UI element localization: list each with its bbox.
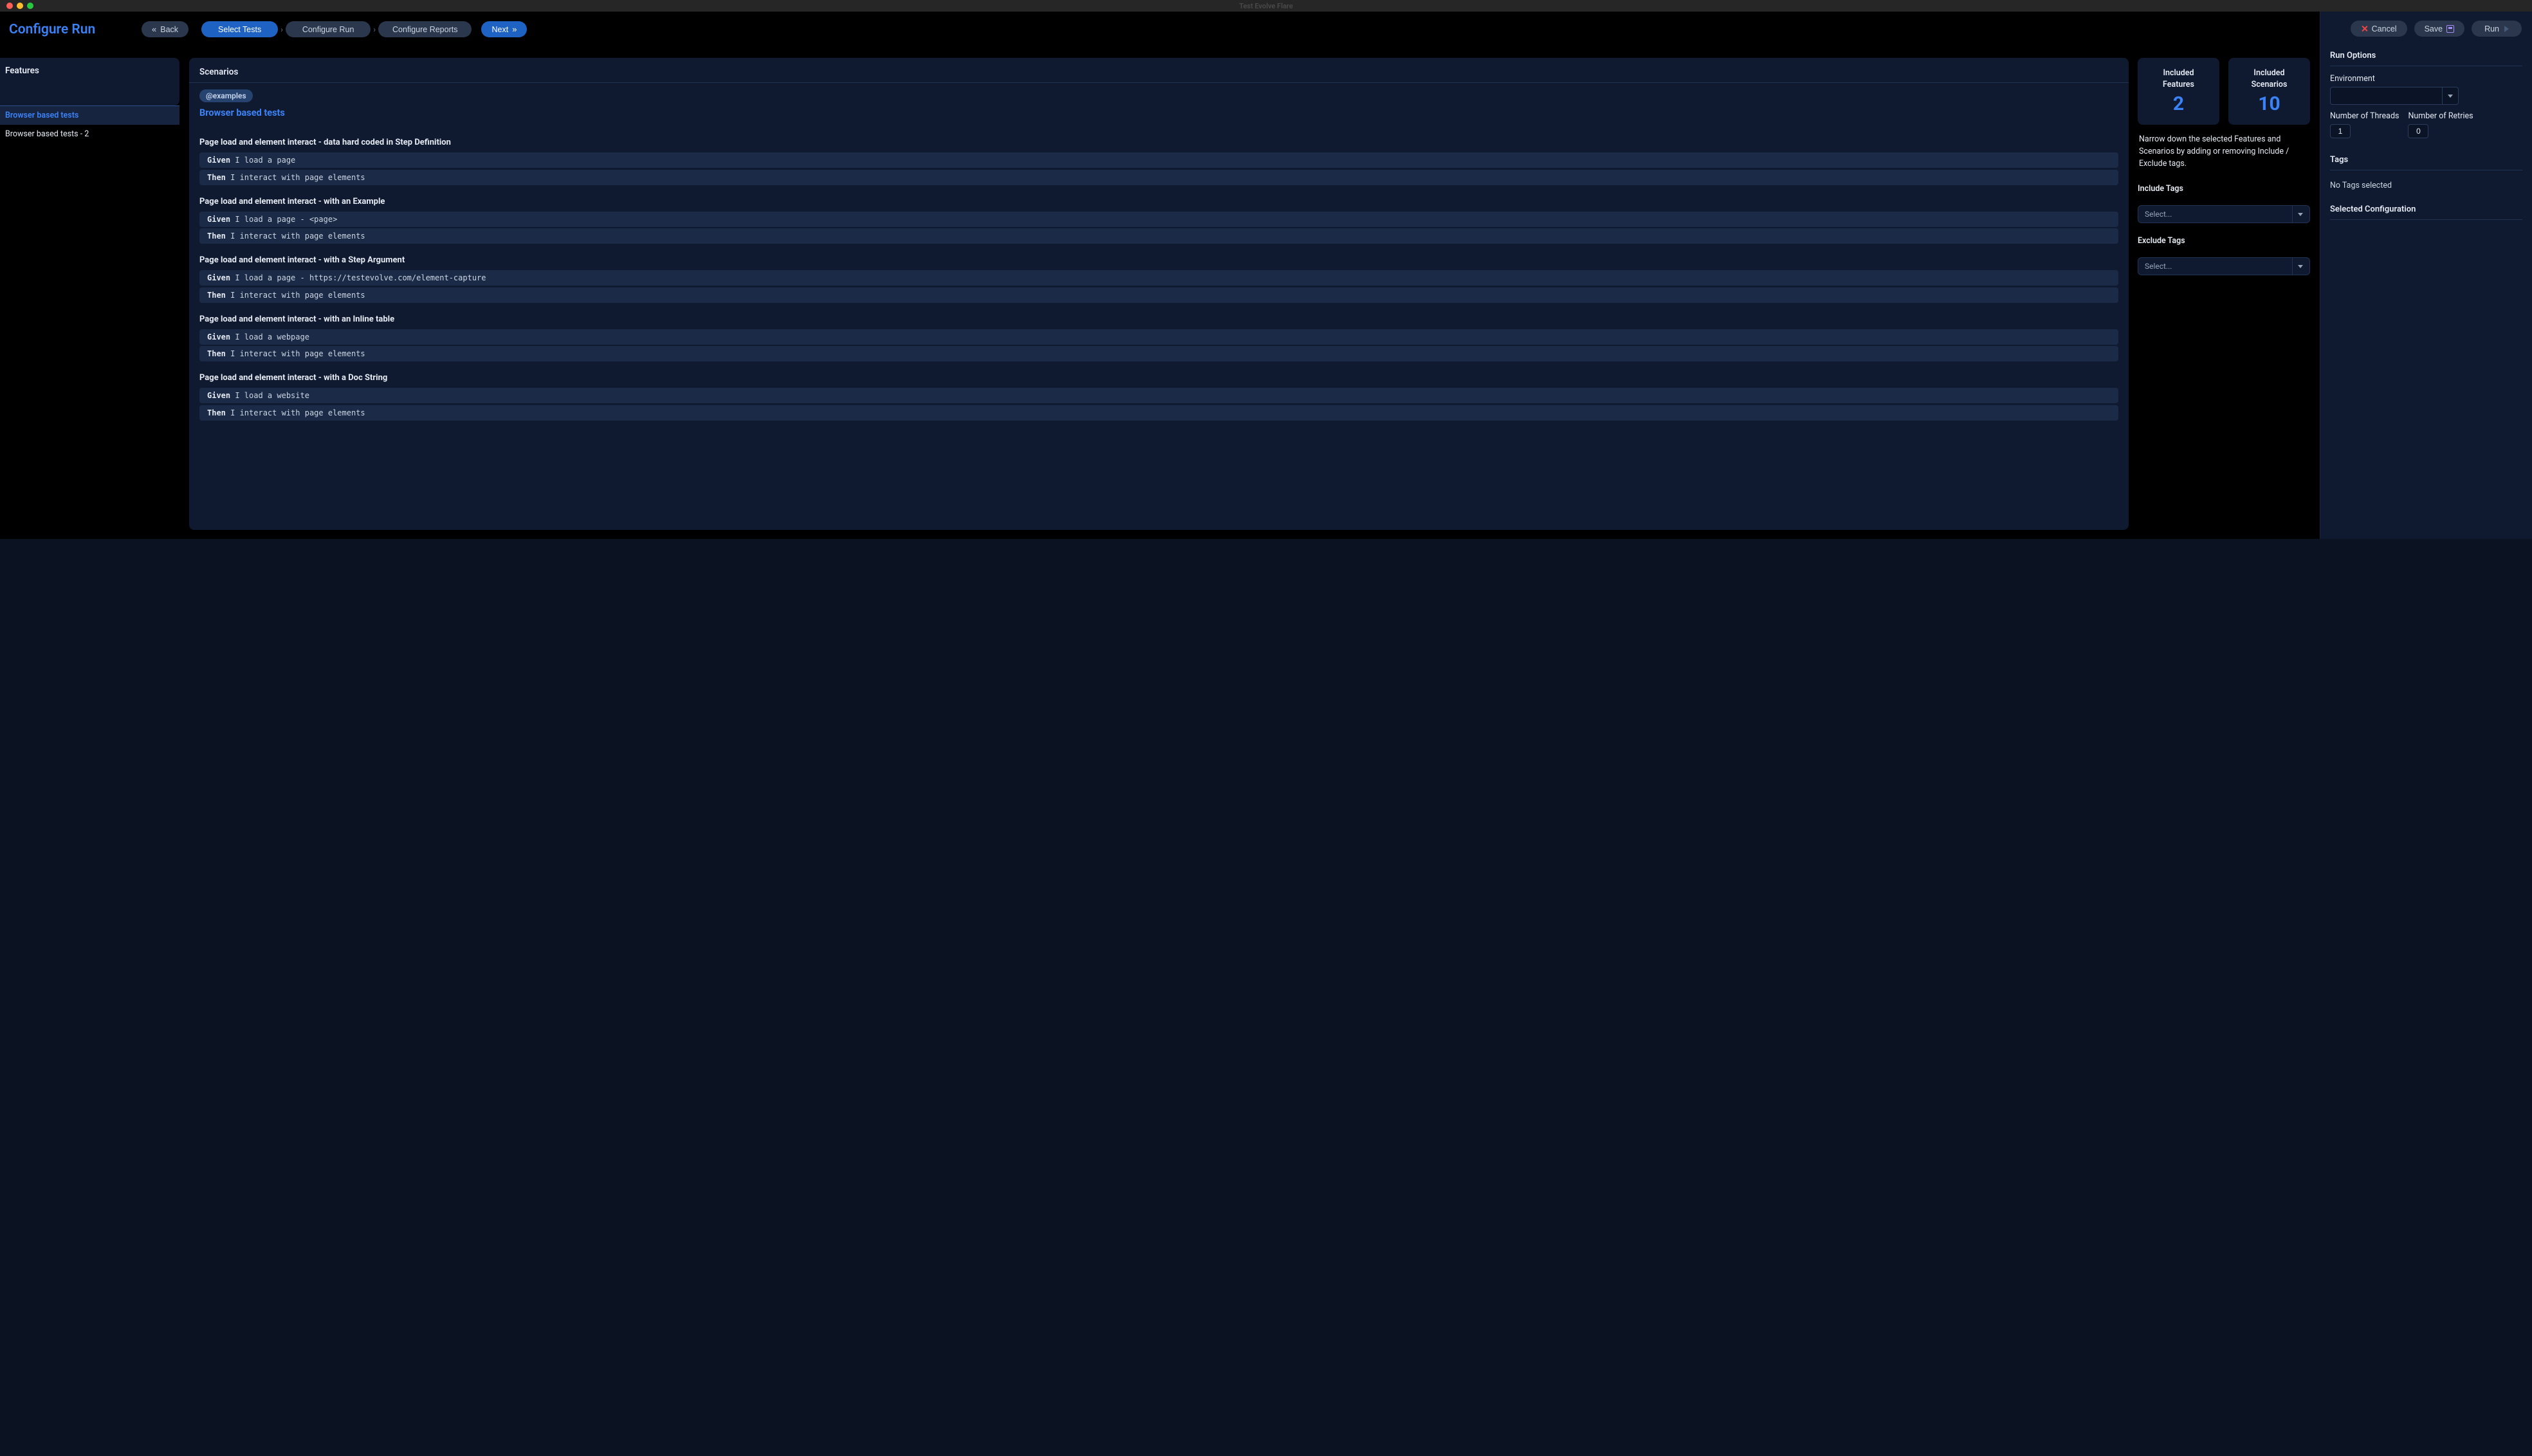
included-features-label: Included Features: [2163, 68, 2194, 90]
tab-configure-reports[interactable]: Configure Reports: [378, 21, 472, 37]
back-button[interactable]: Back: [142, 21, 188, 37]
step-row: Given I load a website: [199, 388, 2118, 403]
retries-label: Number of Retries: [2408, 111, 2473, 121]
step-keyword: Given: [207, 273, 235, 282]
run-options-panel: Cancel Save Run Run Options Environment: [2320, 12, 2532, 539]
step-keyword: Then: [207, 173, 230, 182]
include-tags-label: Include Tags: [2138, 184, 2310, 194]
step-keyword: Then: [207, 291, 230, 300]
scenario-tag[interactable]: @examples: [199, 89, 253, 102]
chevron-right-icon: ›: [373, 25, 376, 34]
included-features-card: Included Features 2: [2138, 58, 2219, 125]
step-keyword: Given: [207, 332, 235, 341]
step-text: I interact with page elements: [230, 173, 365, 182]
close-icon: [2361, 25, 2368, 32]
cancel-button[interactable]: Cancel: [2351, 21, 2407, 37]
environment-label: Environment: [2330, 74, 2522, 84]
included-scenarios-card: Included Scenarios 10: [2228, 58, 2310, 125]
narrow-help-text: Narrow down the selected Features and Sc…: [2138, 132, 2310, 171]
step-keyword: Given: [207, 391, 235, 400]
step-text: I load a page - <page>: [235, 215, 337, 224]
page-title: Configure Run: [6, 22, 95, 37]
included-scenarios-label: Included Scenarios: [2252, 68, 2288, 90]
exclude-tags-label: Exclude Tags: [2138, 236, 2310, 246]
selected-config-heading: Selected Configuration: [2330, 199, 2522, 220]
step-text: I interact with page elements: [230, 232, 365, 241]
back-button-label: Back: [160, 25, 178, 34]
threads-input[interactable]: [2330, 124, 2351, 138]
step-keyword: Then: [207, 349, 230, 358]
window-title: Test Evolve Flare: [0, 2, 2532, 10]
next-button-label: Next: [491, 25, 508, 34]
step-row: Given I load a webpage: [199, 329, 2118, 345]
double-chevron-left-icon: [152, 24, 156, 34]
step-text: I load a website: [235, 391, 309, 400]
chevron-down-icon: [2298, 265, 2303, 268]
scenario-title: Page load and element interact - with an…: [199, 197, 2118, 206]
step-text: I load a page: [235, 156, 295, 165]
feature-name-link[interactable]: Browser based tests: [189, 107, 2129, 126]
scenario-title: Page load and element interact - with an…: [199, 314, 2118, 324]
scenarios-panel-title: Scenarios: [189, 67, 2129, 83]
scenario-block: Page load and element interact - with an…: [189, 197, 2129, 244]
run-button[interactable]: Run: [2472, 21, 2522, 37]
tab-select-tests[interactable]: Select Tests: [201, 21, 278, 37]
include-tags-select[interactable]: Select...: [2138, 205, 2310, 223]
features-panel-title: Features: [0, 58, 179, 82]
step-text: I interact with page elements: [230, 349, 365, 358]
double-chevron-right-icon: [512, 24, 517, 34]
tab-configure-run[interactable]: Configure Run: [286, 21, 371, 37]
step-text: I interact with page elements: [230, 408, 365, 417]
environment-select[interactable]: [2330, 87, 2459, 105]
step-row: Then I interact with page elements: [199, 170, 2118, 185]
step-keyword: Given: [207, 215, 235, 224]
step-row: Then I interact with page elements: [199, 228, 2118, 244]
window-titlebar: Test Evolve Flare: [0, 0, 2532, 12]
step-keyword: Given: [207, 156, 235, 165]
next-button[interactable]: Next: [481, 21, 527, 37]
tags-heading: Tags: [2330, 150, 2522, 170]
scenario-block: Page load and element interact - data ha…: [189, 138, 2129, 185]
scenario-block: Page load and element interact - with a …: [189, 255, 2129, 303]
step-text: I load a webpage: [235, 332, 309, 341]
included-scenarios-value: 10: [2258, 93, 2280, 115]
tags-empty-text: No Tags selected: [2330, 178, 2522, 199]
step-text: I interact with page elements: [230, 291, 365, 300]
save-button[interactable]: Save: [2414, 21, 2465, 37]
step-row: Given I load a page - https://testevolve…: [199, 270, 2118, 286]
step-row: Then I interact with page elements: [199, 405, 2118, 421]
retries-input[interactable]: [2408, 124, 2428, 138]
run-options-heading: Run Options: [2330, 46, 2522, 66]
save-icon: [2446, 25, 2454, 33]
chevron-down-icon: [2298, 213, 2303, 216]
feature-item[interactable]: Browser based tests: [0, 105, 179, 125]
exclude-tags-select[interactable]: Select...: [2138, 257, 2310, 275]
play-icon: [2504, 26, 2509, 32]
scenario-block: Page load and element interact - with a …: [189, 373, 2129, 421]
step-row: Then I interact with page elements: [199, 346, 2118, 361]
scenario-block: Page load and element interact - with an…: [189, 314, 2129, 362]
scenario-title: Page load and element interact - with a …: [199, 373, 2118, 383]
step-text: I load a page - https://testevolve.com/e…: [235, 273, 486, 282]
scenario-title: Page load and element interact - data ha…: [199, 138, 2118, 147]
step-keyword: Then: [207, 408, 230, 417]
threads-label: Number of Threads: [2330, 111, 2399, 121]
step-row: Given I load a page: [199, 152, 2118, 168]
scenario-title: Page load and element interact - with a …: [199, 255, 2118, 265]
step-row: Then I interact with page elements: [199, 287, 2118, 303]
chevron-down-icon: [2448, 95, 2453, 98]
included-features-value: 2: [2173, 93, 2184, 115]
step-keyword: Then: [207, 232, 230, 241]
feature-item[interactable]: Browser based tests - 2: [0, 125, 179, 143]
chevron-right-icon: ›: [280, 25, 283, 34]
step-row: Given I load a page - <page>: [199, 212, 2118, 227]
